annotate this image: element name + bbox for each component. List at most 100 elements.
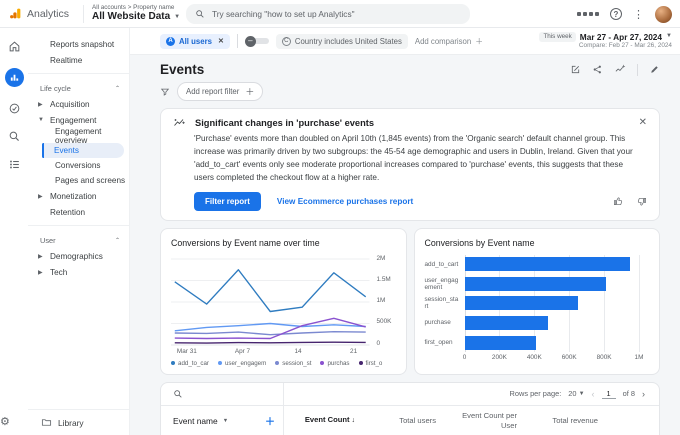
rows-per-page-select[interactable]: 20 ▼ xyxy=(568,389,584,398)
sidebar-item-demographics[interactable]: ▶ Demographics xyxy=(28,248,129,264)
metric-header-total-revenue[interactable]: Total revenue xyxy=(552,416,598,425)
line-chart-x-axis: Mar 31 Apr 7 14 21 xyxy=(171,348,370,358)
edit-square-icon[interactable] xyxy=(570,64,581,75)
sidebar-item-label: Acquisition xyxy=(50,99,90,109)
sidebar-item-label: Retention xyxy=(50,207,86,217)
bar-row-user_engagement: user_engagement xyxy=(425,274,650,294)
rows-per-page-label: Rows per page: xyxy=(509,389,562,398)
bar-category-label: add_to_cart xyxy=(424,260,459,268)
sidebar-item-monetization[interactable]: ▶ Monetization xyxy=(28,188,129,204)
legend-item-user_engagem[interactable]: user_engagem xyxy=(217,359,267,367)
reports-nav-active[interactable] xyxy=(4,68,24,87)
page-number-input[interactable]: 1 xyxy=(601,389,616,399)
page-title: Events xyxy=(160,62,205,77)
legend-dot xyxy=(217,361,222,365)
settings-gear-icon[interactable]: ⚙ xyxy=(0,415,28,428)
bar-user_engagement[interactable] xyxy=(464,276,606,291)
close-icon[interactable]: ✕ xyxy=(639,117,647,128)
bar-purchase[interactable] xyxy=(464,316,549,331)
sidebar-item-library[interactable]: Library xyxy=(28,409,129,435)
add-dimension-button[interactable]: ＋ xyxy=(265,413,275,428)
line-chart-plot[interactable] xyxy=(171,255,370,347)
comparison-chip-country[interactable]: C Country includes United States xyxy=(275,33,408,49)
chevron-right-icon: ▶ xyxy=(38,253,43,260)
reports-icon xyxy=(10,74,18,81)
metric-header-total-users[interactable]: Total users xyxy=(399,416,436,425)
events-table-card: Rows per page: 20 ▼ ‹ 1 of 8 › Event nam… xyxy=(160,381,660,435)
bar-row-first_open: first_open xyxy=(425,333,650,353)
dimension-header[interactable]: Event name xyxy=(173,416,218,426)
divider xyxy=(637,63,638,76)
bar-chart-plot[interactable]: add_to_cart user_engagement session_start p… xyxy=(424,254,650,353)
legend-dot xyxy=(358,361,363,365)
help-icon[interactable]: ? xyxy=(610,8,622,20)
insights-icon[interactable] xyxy=(614,64,626,75)
analytics-logo[interactable]: Analytics xyxy=(0,4,84,23)
bar-category-label: session_start xyxy=(424,296,459,311)
metric-header-event-count[interactable]: Event Count ↓ xyxy=(305,415,355,425)
edit-pencil-icon[interactable] xyxy=(649,64,660,75)
sidebar-item-conversions[interactable]: Conversions xyxy=(28,158,129,173)
apps-grid-icon[interactable] xyxy=(577,12,599,16)
add-comparison-button[interactable]: Add comparison ＋ xyxy=(415,36,483,47)
metric-header-event-count-per-user[interactable]: Event Count per User xyxy=(446,411,517,429)
chevron-down-icon: ▼ xyxy=(38,117,44,123)
page-prev-icon[interactable]: ‹ xyxy=(592,389,595,399)
bar-first_open[interactable] xyxy=(464,335,537,350)
property-selector[interactable]: All accounts > Property name All Website… xyxy=(84,4,180,23)
sidebar-item-label: Realtime xyxy=(50,55,83,65)
legend-item-session_st[interactable]: session_st xyxy=(275,360,311,367)
x-tick-label: Apr 7 xyxy=(234,347,251,355)
sidebar-item-retention[interactable]: Retention xyxy=(28,204,129,220)
more-vert-icon[interactable]: ⋮ xyxy=(633,8,644,21)
legend-item-first_o[interactable]: first_o xyxy=(358,359,383,367)
explore-icon[interactable] xyxy=(8,102,21,115)
share-icon[interactable] xyxy=(592,64,603,75)
divider xyxy=(236,34,238,48)
view-ecommerce-report-link[interactable]: View Ecommerce purchases report xyxy=(277,197,413,206)
sidebar-item-tech[interactable]: ▶ Tech xyxy=(28,264,129,280)
sidebar-item-realtime[interactable]: Realtime xyxy=(28,52,129,68)
search-input[interactable]: Try searching "how to set up Analytics" xyxy=(186,4,470,24)
chevron-down-icon: ▼ xyxy=(174,13,181,20)
menu-list-icon[interactable] xyxy=(8,158,21,171)
x-tick-label: 0 xyxy=(462,354,467,362)
line-series-add_to_car xyxy=(174,268,367,312)
legend-item-purchas[interactable]: purchas xyxy=(320,360,350,367)
segment-chip-label: All users xyxy=(179,36,212,46)
add-report-filter-button[interactable]: Add report filter ＋ xyxy=(177,82,264,101)
thumb-down-icon[interactable] xyxy=(636,196,647,207)
chevron-down-icon: ▼ xyxy=(578,390,585,397)
legend-item-add_to_car[interactable]: add_to_car xyxy=(171,360,209,367)
page-next-icon[interactable]: › xyxy=(642,389,645,399)
date-range-picker[interactable]: This week Mar 27 - Apr 27, 2024 ▼ Compar… xyxy=(539,32,672,50)
comparison-toggle[interactable]: – xyxy=(244,35,269,47)
bar-row-add_to_cart: add_to_cart xyxy=(425,255,650,275)
sort-desc-icon: ↓ xyxy=(349,417,355,425)
legend-label: user_engagem xyxy=(224,359,267,367)
legend-label: first_o xyxy=(365,359,383,367)
sidebar-item-engagement-overview[interactable]: Engagement overview xyxy=(28,127,129,145)
table-header-row: Event name ▼ ＋ Event Count ↓ Total users E… xyxy=(161,405,659,435)
advertising-icon[interactable] xyxy=(8,130,21,143)
chevron-right-icon: ▶ xyxy=(38,269,43,276)
sidebar-section-user[interactable]: User ⌃ xyxy=(28,233,129,248)
sidebar-item-pages-and-screens[interactable]: Pages and screens xyxy=(28,173,129,188)
table-search-icon[interactable] xyxy=(173,389,183,399)
section-label: User xyxy=(40,236,56,245)
bar-add_to_cart[interactable] xyxy=(464,257,631,272)
avatar[interactable] xyxy=(655,5,672,23)
plus-icon: ＋ xyxy=(245,87,255,97)
home-icon[interactable] xyxy=(8,40,21,53)
close-icon[interactable]: ✕ xyxy=(218,37,224,45)
filter-report-button[interactable]: Filter report xyxy=(194,191,261,211)
sidebar-item-events[interactable]: Events xyxy=(42,143,124,158)
thumb-up-icon[interactable] xyxy=(613,196,624,207)
segment-chip-all-users[interactable]: A All users ✕ xyxy=(160,33,230,49)
sidebar-item-acquisition[interactable]: ▶ Acquisition xyxy=(28,96,129,112)
sidebar-item-label: Monetization xyxy=(50,191,97,201)
line-series-session_st xyxy=(174,330,366,335)
sidebar-section-life-cycle[interactable]: Life cycle ⌃ xyxy=(28,81,129,96)
bar-session_start[interactable] xyxy=(464,296,578,311)
sidebar-item-reports-snapshot[interactable]: Reports snapshot xyxy=(28,36,129,52)
